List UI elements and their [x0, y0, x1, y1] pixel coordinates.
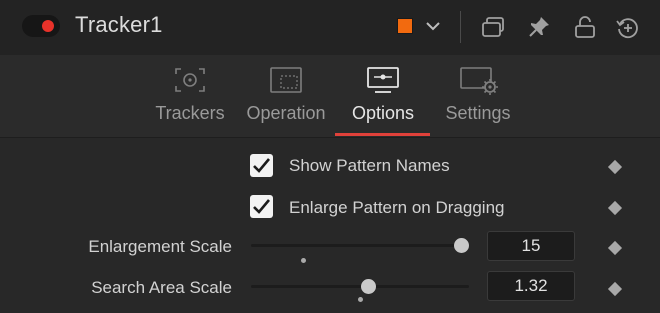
search-area-scale-keyframe-icon[interactable] [607, 281, 623, 297]
tab-options[interactable]: Options [343, 55, 423, 138]
operation-icon [270, 67, 302, 93]
search-area-scale-label: Search Area Scale [91, 278, 232, 297]
header-divider [460, 11, 461, 43]
lock-icon[interactable] [574, 15, 596, 39]
tab-bar: Trackers Operation Options Settings [0, 55, 660, 138]
enlargement-scale-keyframe-icon[interactable] [607, 240, 623, 256]
tab-settings[interactable]: Settings [440, 55, 516, 138]
enlarge-pattern-keyframe-icon[interactable] [607, 200, 623, 216]
tab-label: Trackers [155, 103, 225, 123]
show-pattern-names-keyframe-icon[interactable] [607, 159, 623, 175]
search-area-scale-default-marker [358, 297, 363, 302]
enlarge-pattern-checkbox[interactable] [250, 195, 273, 218]
tool-title: Tracker1 [75, 12, 163, 37]
enlargement-scale-slider[interactable] [251, 244, 469, 247]
enlargement-scale-input[interactable]: 15 [487, 231, 575, 261]
tab-operation[interactable]: Operation [240, 55, 332, 138]
tab-trackers[interactable]: Trackers [150, 55, 230, 138]
checkmark-icon [253, 158, 270, 173]
settings-icon [460, 67, 498, 95]
options-icon [367, 67, 399, 93]
tool-header: Tracker1 [0, 0, 660, 55]
enlargement-scale-default-marker [301, 258, 307, 263]
active-tab-indicator [335, 133, 430, 136]
search-area-scale-input[interactable]: 1.32 [487, 271, 575, 301]
tool-color-swatch[interactable] [397, 18, 413, 34]
tool-enable-toggle[interactable] [22, 15, 60, 37]
enlarge-pattern-label: Enlarge Pattern on Dragging [289, 198, 505, 217]
enlargement-scale-slider-handle[interactable] [454, 238, 469, 253]
trackers-icon [175, 68, 205, 92]
show-pattern-names-checkbox[interactable] [250, 154, 273, 177]
enlargement-scale-label: Enlargement Scale [88, 237, 232, 256]
show-pattern-names-label: Show Pattern Names [289, 156, 450, 175]
color-dropdown-chevron-icon[interactable] [425, 18, 441, 34]
enable-dot [42, 20, 54, 32]
reset-icon[interactable] [615, 15, 641, 41]
tab-label: Operation [246, 103, 326, 123]
pin-icon[interactable] [527, 15, 551, 39]
versions-icon[interactable] [480, 15, 506, 39]
tab-label: Options [351, 103, 415, 123]
search-area-scale-slider-handle[interactable] [360, 279, 376, 294]
checkmark-icon [253, 199, 270, 214]
tab-label: Settings [445, 103, 511, 123]
